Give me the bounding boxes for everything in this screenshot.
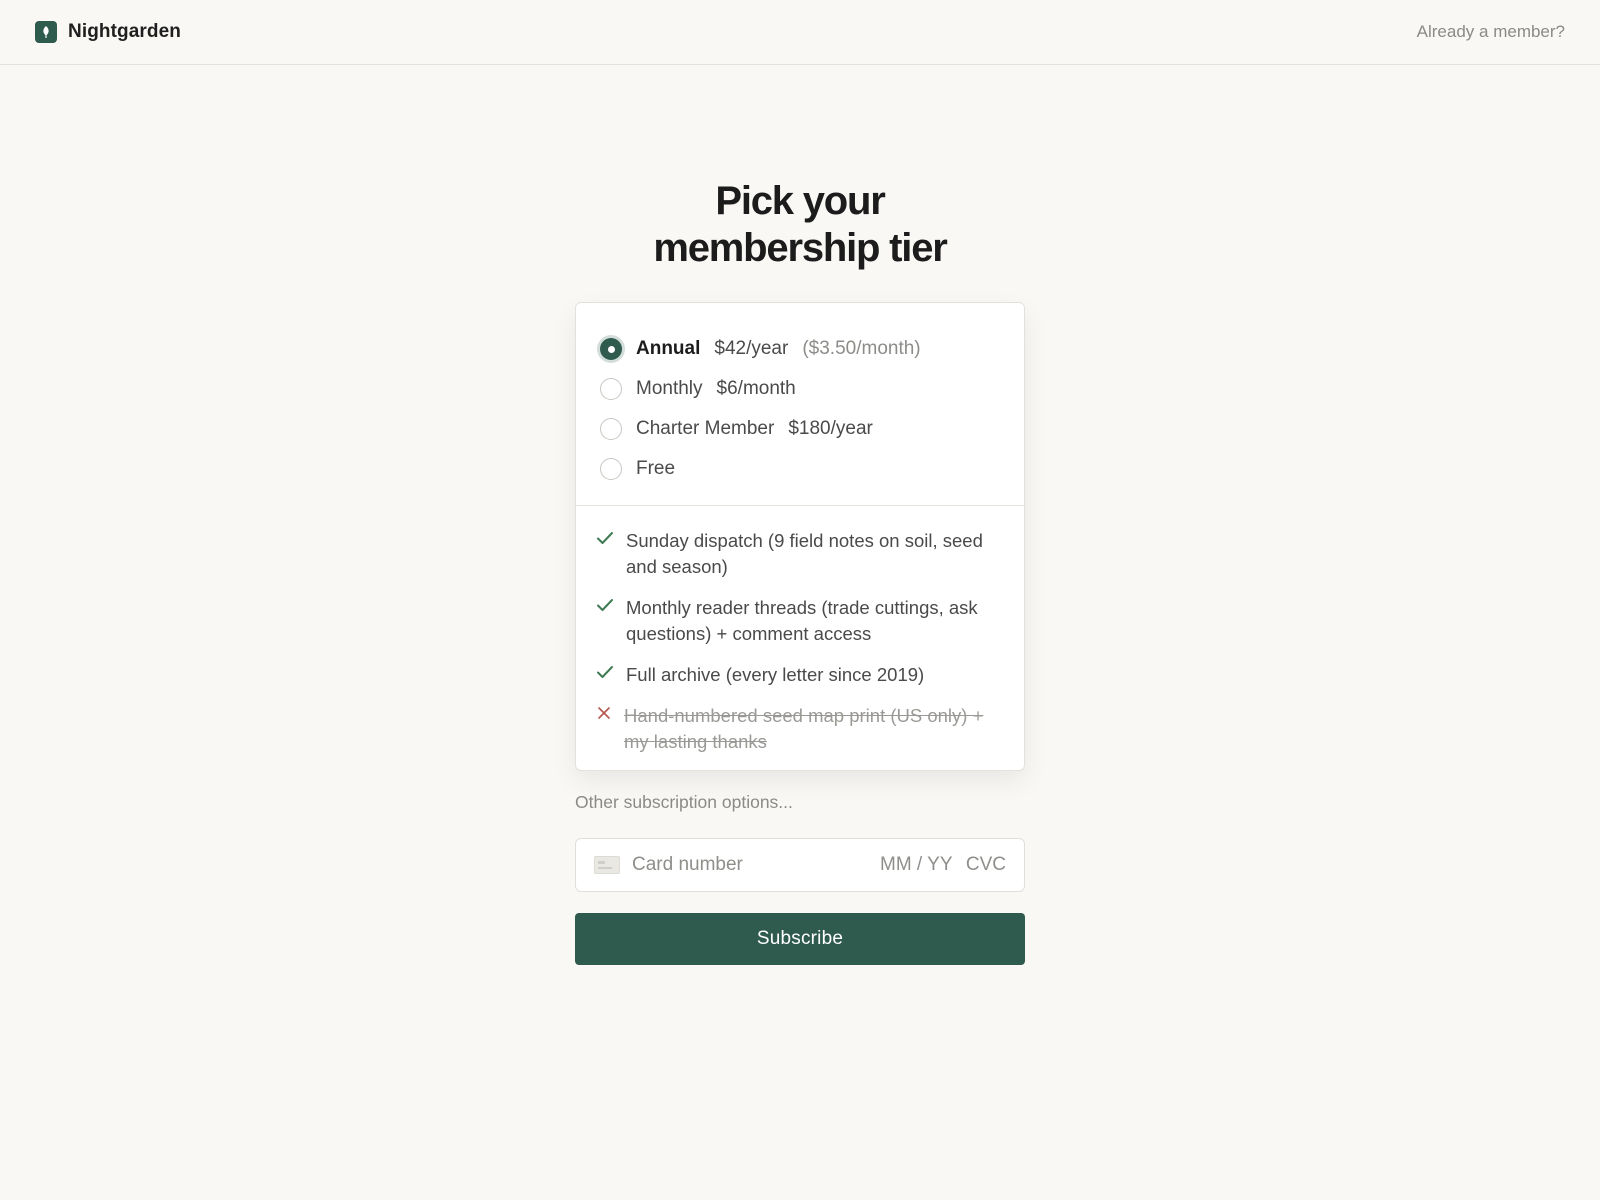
- check-icon: [596, 595, 626, 617]
- card-number-input[interactable]: [632, 854, 880, 876]
- feature-item: Sunday dispatch (9 field notes on soil, …: [596, 528, 1000, 580]
- card-expiry-input[interactable]: [880, 854, 964, 876]
- tier-card: Annual $42/year ($3.50/month) Monthly $6…: [575, 302, 1025, 771]
- radio-unselected[interactable]: [600, 458, 622, 480]
- feature-text: Hand-numbered seed map print (US only) +…: [624, 705, 984, 752]
- other-subscription-options-link[interactable]: Other subscription options...: [575, 792, 793, 813]
- page-title: Pick your membership tier: [0, 178, 1600, 272]
- tier-name: Monthly: [636, 378, 703, 399]
- subscribe-button[interactable]: Subscribe: [575, 913, 1025, 965]
- check-icon: [596, 662, 626, 684]
- tier-price: $42/year: [714, 338, 789, 359]
- credit-card-icon: [594, 856, 620, 874]
- feature-item: Monthly reader threads (trade cuttings, …: [596, 595, 1000, 647]
- cross-icon: [596, 703, 624, 725]
- leaf-icon: [35, 21, 57, 43]
- tier-note: ($3.50/month): [802, 338, 921, 359]
- feature-list: Sunday dispatch (9 field notes on soil, …: [576, 506, 1024, 755]
- feature-item-excluded: Hand-numbered seed map print (US only) +…: [596, 703, 1000, 755]
- tier-radio-group: Annual $42/year ($3.50/month) Monthly $6…: [576, 303, 1024, 506]
- top-bar: Nightgarden Already a member?: [0, 0, 1600, 65]
- feature-text: Full archive (every letter since 2019): [626, 664, 925, 685]
- feature-item: Full archive (every letter since 2019): [596, 662, 1000, 688]
- check-icon: [596, 528, 626, 550]
- page-title-line-1: Pick your: [715, 179, 885, 223]
- card-cvc-input[interactable]: [964, 854, 1006, 876]
- radio-unselected[interactable]: [600, 378, 622, 400]
- card-payment-field[interactable]: [575, 838, 1025, 892]
- tier-option-annual[interactable]: Annual $42/year ($3.50/month): [600, 329, 1000, 369]
- feature-text: Sunday dispatch (9 field notes on soil, …: [626, 530, 983, 577]
- feature-text: Monthly reader threads (trade cuttings, …: [626, 597, 978, 644]
- tier-option-monthly[interactable]: Monthly $6/month: [600, 369, 1000, 409]
- tier-name: Charter Member: [636, 418, 775, 439]
- brand[interactable]: Nightgarden: [35, 21, 181, 43]
- tier-price: $180/year: [788, 418, 873, 439]
- tier-option-free[interactable]: Free: [600, 449, 1000, 489]
- already-member-link[interactable]: Already a member?: [1417, 22, 1565, 42]
- tier-name: Free: [636, 458, 676, 479]
- tier-name: Annual: [636, 338, 701, 359]
- radio-unselected[interactable]: [600, 418, 622, 440]
- page-title-line-2: membership tier: [653, 226, 947, 270]
- brand-name: Nightgarden: [68, 21, 181, 42]
- tier-option-charter[interactable]: Charter Member $180/year: [600, 409, 1000, 449]
- tier-price: $6/month: [716, 378, 796, 399]
- radio-selected[interactable]: [600, 338, 622, 360]
